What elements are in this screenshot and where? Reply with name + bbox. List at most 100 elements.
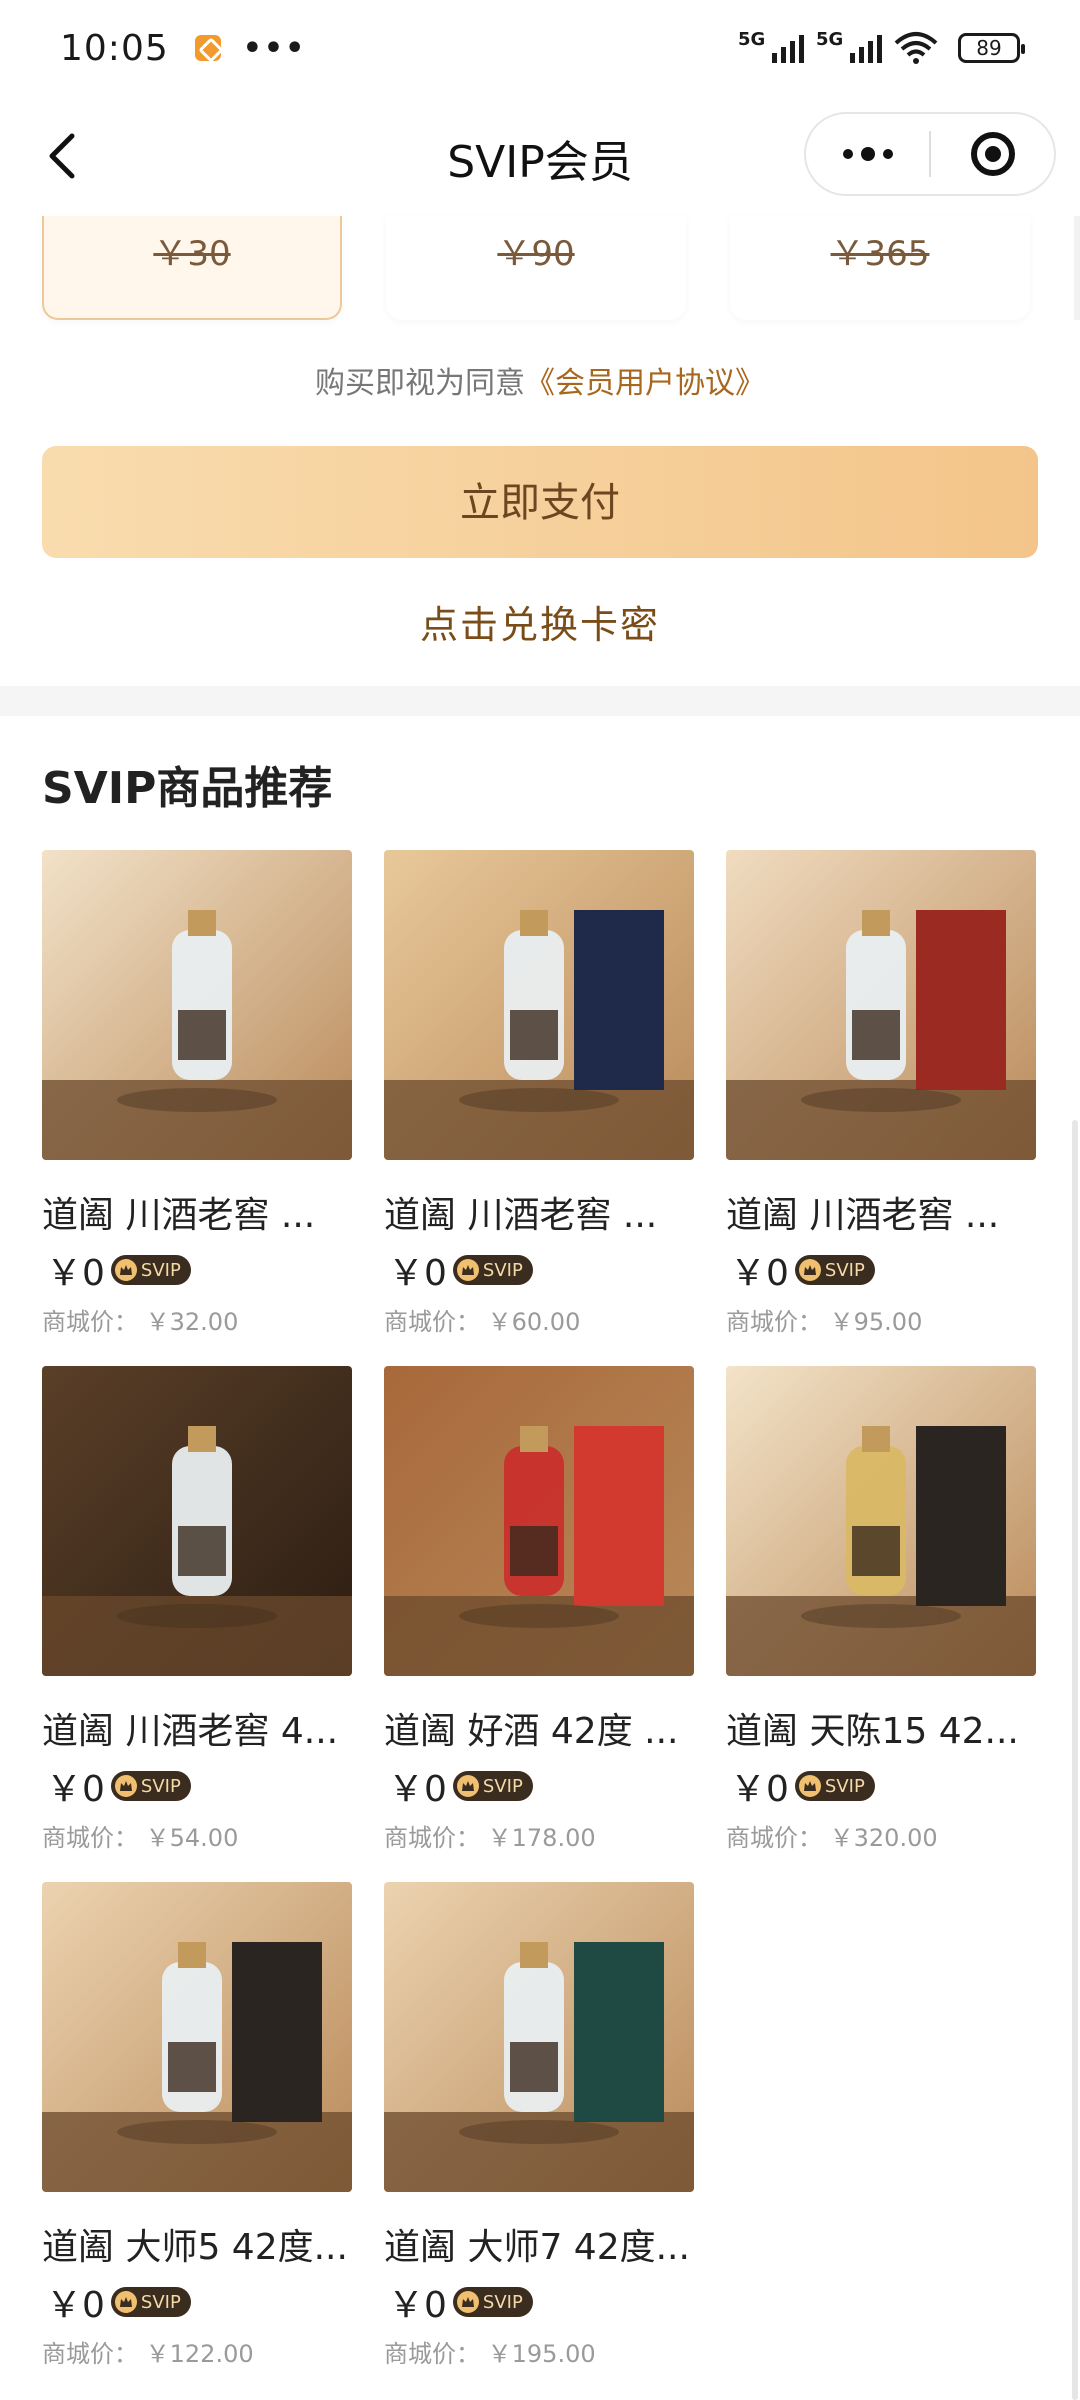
network-type-label: 5G [738,29,766,50]
svip-badge: SVIP [794,1771,875,1801]
plan-card-2[interactable]: ￥90 [386,216,686,320]
status-time: 10:05 [60,27,169,69]
product-price-row: ￥0 SVIP [384,2280,694,2326]
svip-badge-label: SVIP [482,1775,523,1797]
agreement-prefix: 购买即视为同意 [315,366,525,401]
svip-badge: SVIP [452,2287,533,2317]
product-card[interactable]: 道阖 大师5 42度... ￥0 SVIP 商城价： ￥122.00 [42,1882,352,2369]
plan-original-price: ￥365 [830,234,930,274]
svip-badge: SVIP [794,1255,875,1285]
mall-price-value: ￥178.00 [487,1824,596,1852]
product-svip-price: ￥0 [388,1253,447,1294]
mall-price-value: ￥95.00 [829,1308,923,1336]
product-image [726,1366,1036,1676]
product-image [42,1882,352,2192]
product-card[interactable]: 道阖 天陈15 42... ￥0 SVIP 商城价： ￥320.00 [726,1366,1036,1853]
battery-icon: 89 [958,33,1025,63]
mall-price: 商城价： ￥320.00 [726,1818,1036,1853]
agreement-link[interactable]: 《会员用户协议》 [525,366,765,401]
svip-badge: SVIP [110,1255,191,1285]
product-price-row: ￥0 SVIP [726,1248,1036,1294]
svip-badge: SVIP [452,1255,533,1285]
product-name: 道阖 好酒 42度 ... [384,1711,679,1752]
mini-program-capsule [804,112,1056,196]
svip-badge-label: SVIP [824,1775,865,1797]
mall-price: 商城价： ￥195.00 [384,2334,694,2369]
svip-badge-label: SVIP [482,1259,523,1281]
crown-icon [114,1775,137,1797]
product-svip-price: ￥0 [46,1769,105,1810]
svip-badge-label: SVIP [140,2291,181,2313]
product-svip-price: ￥0 [388,1769,447,1810]
svip-badge-label: SVIP [140,1259,181,1281]
app-notification-icon [194,35,221,61]
mall-price-value: ￥32.00 [145,1308,239,1336]
plan-card-1[interactable]: ￥30 [42,216,342,320]
crown-icon [456,2291,479,2313]
product-svip-price: ￥0 [730,1253,789,1294]
product-card[interactable]: 道阖 川酒老窖 4... ￥0 SVIP 商城价： ￥54.00 [42,1366,352,1853]
wifi-icon [894,32,938,64]
signal-icon: 5G [816,29,882,63]
section-title: SVIP商品推荐 [42,763,333,814]
mall-price-value: ￥195.00 [487,2340,596,2368]
mall-price-value: ￥122.00 [145,2340,254,2368]
mall-price-label: 商城价： [42,1824,138,1852]
product-card[interactable]: 道阖 川酒老窖 ... ￥0 SVIP 商城价： ￥32.00 [42,850,352,1337]
svip-badge-label: SVIP [824,1259,865,1281]
plan-original-price: ￥90 [497,234,575,274]
mall-price: 商城价： ￥54.00 [42,1818,352,1853]
product-svip-price: ￥0 [46,1253,105,1294]
product-card[interactable]: 道阖 好酒 42度 ... ￥0 SVIP 商城价： ￥178.00 [384,1366,694,1853]
crown-icon [114,2291,137,2313]
scrollbar[interactable] [1072,1120,1078,2400]
svip-badge-label: SVIP [140,1775,181,1797]
product-name: 道阖 川酒老窖 4... [42,1711,339,1752]
more-menu-icon[interactable] [806,147,929,161]
plan-options: ￥30 ￥90 ￥365 [0,216,1080,322]
mall-price: 商城价： ￥178.00 [384,1818,694,1853]
mall-price-label: 商城价： [384,1824,480,1852]
svip-badge: SVIP [110,2287,191,2317]
product-card[interactable]: 道阖 川酒老窖 ... ￥0 SVIP 商城价： ￥60.00 [384,850,694,1337]
svip-badge: SVIP [452,1771,533,1801]
product-name: 道阖 川酒老窖 ... [42,1195,316,1236]
plan-card-3[interactable]: ￥365 [730,216,1030,320]
product-name: 道阖 大师7 42度... [384,2227,690,2268]
svip-badge: SVIP [110,1771,191,1801]
nav-bar: SVIP会员 [0,96,1080,216]
mall-price-label: 商城价： [384,1308,480,1336]
mall-price-value: ￥60.00 [487,1308,581,1336]
status-more-icon: ••• [242,30,307,66]
network-type-label: 5G [816,29,844,50]
crown-icon [456,1775,479,1797]
product-svip-price: ￥0 [730,1769,789,1810]
product-image [384,850,694,1160]
mall-price-value: ￥54.00 [145,1824,239,1852]
product-card[interactable]: 道阖 川酒老窖 ... ￥0 SVIP 商城价： ￥95.00 [726,850,1036,1337]
product-svip-price: ￥0 [46,2285,105,2326]
crown-icon [456,1259,479,1281]
product-name: 道阖 川酒老窖 ... [384,1195,658,1236]
product-name: 道阖 大师5 42度... [42,2227,348,2268]
mall-price-label: 商城价： [726,1824,822,1852]
signal-icon: 5G [738,29,804,63]
redeem-card-link[interactable]: 点击兑换卡密 [0,594,1080,649]
agreement-text: 购买即视为同意《会员用户协议》 [0,358,1080,402]
plan-original-price: ￥30 [153,234,231,274]
status-indicators: 5G 5G 89 [738,29,1025,65]
product-name: 道阖 川酒老窖 ... [726,1195,1000,1236]
product-price-row: ￥0 SVIP [384,1248,694,1294]
close-mini-program-icon[interactable] [931,132,1054,176]
pay-now-button[interactable]: 立即支付 [42,446,1038,558]
plan-card-4-edge[interactable] [1074,216,1080,320]
mall-price: 商城价： ￥95.00 [726,1302,1036,1337]
section-divider [0,686,1080,716]
product-card[interactable]: 道阖 大师7 42度... ￥0 SVIP 商城价： ￥195.00 [384,1882,694,2369]
mall-price: 商城价： ￥60.00 [384,1302,694,1337]
svip-badge-label: SVIP [482,2291,523,2313]
crown-icon [798,1775,821,1797]
mall-price-label: 商城价： [42,2340,138,2368]
crown-icon [114,1259,137,1281]
product-price-row: ￥0 SVIP [42,1248,352,1294]
